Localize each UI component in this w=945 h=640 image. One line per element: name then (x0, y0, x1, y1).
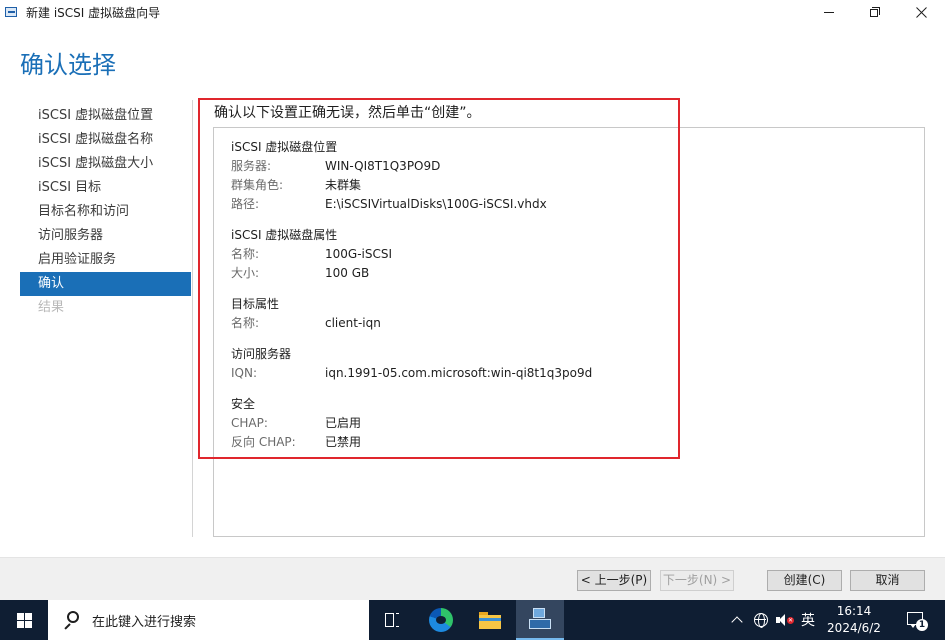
nav-step-target-name-access[interactable]: 目标名称和访问 (20, 200, 191, 224)
chevron-up-icon (731, 616, 743, 628)
summary-row: IQN: iqn.1991-05.com.microsoft:win-qi8t1q… (231, 364, 592, 383)
row-key: CHAP: (231, 416, 268, 430)
cancel-button[interactable]: 取消 (850, 570, 925, 591)
section-title: 目标属性 (231, 297, 280, 311)
notification-badge: 1 (916, 619, 928, 631)
nav-step-disk-location[interactable]: iSCSI 虚拟磁盘位置 (20, 104, 191, 128)
section-title: iSCSI 虚拟磁盘位置 (231, 140, 338, 154)
speaker-muted-icon: ✕ (776, 613, 794, 627)
create-button[interactable]: 创建(C) (767, 570, 842, 591)
edge-icon (429, 608, 453, 632)
section-title: 访问服务器 (231, 347, 292, 361)
show-hidden-icons-button[interactable] (726, 600, 748, 640)
restore-button[interactable] (852, 0, 898, 24)
nav-step-enable-auth[interactable]: 启用验证服务 (20, 248, 191, 272)
wizard-button-bar: < 上一步(P) 下一步(N) > 创建(C) 取消 (0, 557, 945, 600)
row-value: E:\iSCSIVirtualDisks\100G-iSCSI.vhdx (325, 197, 547, 211)
nav-step-results: 结果 (38, 300, 65, 315)
close-button[interactable] (898, 0, 944, 24)
summary-section-access-servers: 访问服务器 IQN: iqn.1991-05.com.microsoft:win-… (231, 345, 592, 383)
taskbar-search-box[interactable]: 在此键入进行搜索 (48, 600, 369, 640)
task-view-icon (385, 613, 401, 627)
summary-panel: iSCSI 虚拟磁盘位置 服务器: WIN-QI8T1Q3PO9D 群集角色: 未群… (213, 127, 925, 537)
row-value: client-iqn (325, 316, 381, 330)
row-key: 大小: (231, 266, 260, 280)
row-key: 名称: (231, 247, 260, 261)
search-placeholder: 在此键入进行搜索 (92, 614, 197, 630)
network-button[interactable] (750, 600, 772, 640)
file-explorer-taskbar-button[interactable] (466, 600, 514, 640)
nav-step-access-servers[interactable]: 访问服务器 (20, 224, 191, 248)
row-value: 未群集 (325, 178, 362, 192)
nav-divider (192, 100, 193, 537)
restore-icon (869, 6, 881, 18)
task-view-button[interactable] (369, 600, 417, 640)
previous-button[interactable]: < 上一步(P) (577, 570, 651, 591)
page-title: 确认选择 (20, 51, 116, 79)
clock-time: 16:14 (836, 604, 872, 618)
window-title: 新建 iSCSI 虚拟磁盘向导 (26, 5, 161, 20)
minimize-button[interactable] (806, 0, 852, 24)
summary-section-disk-properties: iSCSI 虚拟磁盘属性 名称: 100G-iSCSI 大小: 100 GB (231, 226, 592, 283)
input-method-indicator[interactable]: 英 (796, 600, 820, 640)
row-value: iqn.1991-05.com.microsoft:win-qi8t1q3po9… (325, 366, 593, 380)
summary-row: 服务器: WIN-QI8T1Q3PO9D (231, 157, 592, 176)
minimize-icon (824, 11, 834, 13)
instruction-text: 确认以下设置正确无误，然后单击“创建”。 (214, 105, 481, 121)
summary-section-target-properties: 目标属性 名称: client-iqn (231, 295, 592, 333)
title-bar: 新建 iSCSI 虚拟磁盘向导 (0, 0, 945, 24)
volume-button[interactable]: ✕ (774, 600, 796, 640)
folder-icon (479, 611, 501, 629)
wizard-step-nav: iSCSI 虚拟磁盘位置 iSCSI 虚拟磁盘名称 iSCSI 虚拟磁盘大小 i… (20, 104, 191, 320)
section-title: 安全 (231, 397, 256, 411)
row-key: 反向 CHAP: (231, 435, 296, 449)
taskbar-clock[interactable]: 16:14 2024/6/2 (822, 600, 886, 640)
notification-icon: 1 (907, 612, 928, 631)
summary-row: 反向 CHAP: 已禁用 (231, 433, 592, 452)
windows-logo-icon (16, 612, 32, 628)
server-manager-icon (529, 608, 551, 630)
search-icon (62, 611, 80, 630)
row-key: 群集角色: (231, 178, 284, 192)
taskbar: 在此键入进行搜索 ✕ 英 16:14 2024/6/2 1 (0, 600, 945, 640)
close-icon (915, 6, 927, 18)
row-key: 名称: (231, 316, 260, 330)
summary-section-disk-location: iSCSI 虚拟磁盘位置 服务器: WIN-QI8T1Q3PO9D 群集角色: 未群… (231, 138, 592, 214)
summary-row: 大小: 100 GB (231, 264, 592, 283)
row-key: IQN: (231, 366, 258, 380)
row-value: 已禁用 (325, 435, 362, 449)
row-value: 已启用 (325, 416, 362, 430)
summary-row: 名称: 100G-iSCSI (231, 245, 592, 264)
row-value: WIN-QI8T1Q3PO9D (325, 159, 441, 173)
summary-row: 路径: E:\iSCSIVirtualDisks\100G-iSCSI.vhdx (231, 195, 592, 214)
edge-taskbar-button[interactable] (417, 600, 465, 640)
action-center-button[interactable]: 1 (900, 600, 930, 640)
summary-row: 群集角色: 未群集 (231, 176, 592, 195)
summary-section-security: 安全 CHAP: 已启用 反向 CHAP: 已禁用 (231, 395, 592, 452)
nav-step-iscsi-target[interactable]: iSCSI 目标 (20, 176, 191, 200)
nav-step-disk-name[interactable]: iSCSI 虚拟磁盘名称 (20, 128, 191, 152)
clock-date: 2024/6/2 (827, 621, 881, 635)
summary-row: 名称: client-iqn (231, 314, 592, 333)
row-key: 路径: (231, 197, 260, 211)
row-key: 服务器: (231, 159, 272, 173)
next-button: 下一步(N) > (660, 570, 734, 591)
nav-step-disk-size[interactable]: iSCSI 虚拟磁盘大小 (20, 152, 191, 176)
row-value: 100G-iSCSI (325, 247, 393, 261)
section-title: iSCSI 虚拟磁盘属性 (231, 228, 338, 242)
nav-step-confirm[interactable]: 确认 (20, 272, 191, 296)
row-value: 100 GB (325, 266, 370, 280)
wizard-app-icon (4, 5, 20, 19)
server-manager-taskbar-button[interactable] (516, 600, 564, 640)
network-globe-icon (754, 613, 768, 628)
summary-row: CHAP: 已启用 (231, 414, 592, 433)
start-button[interactable] (0, 600, 48, 640)
